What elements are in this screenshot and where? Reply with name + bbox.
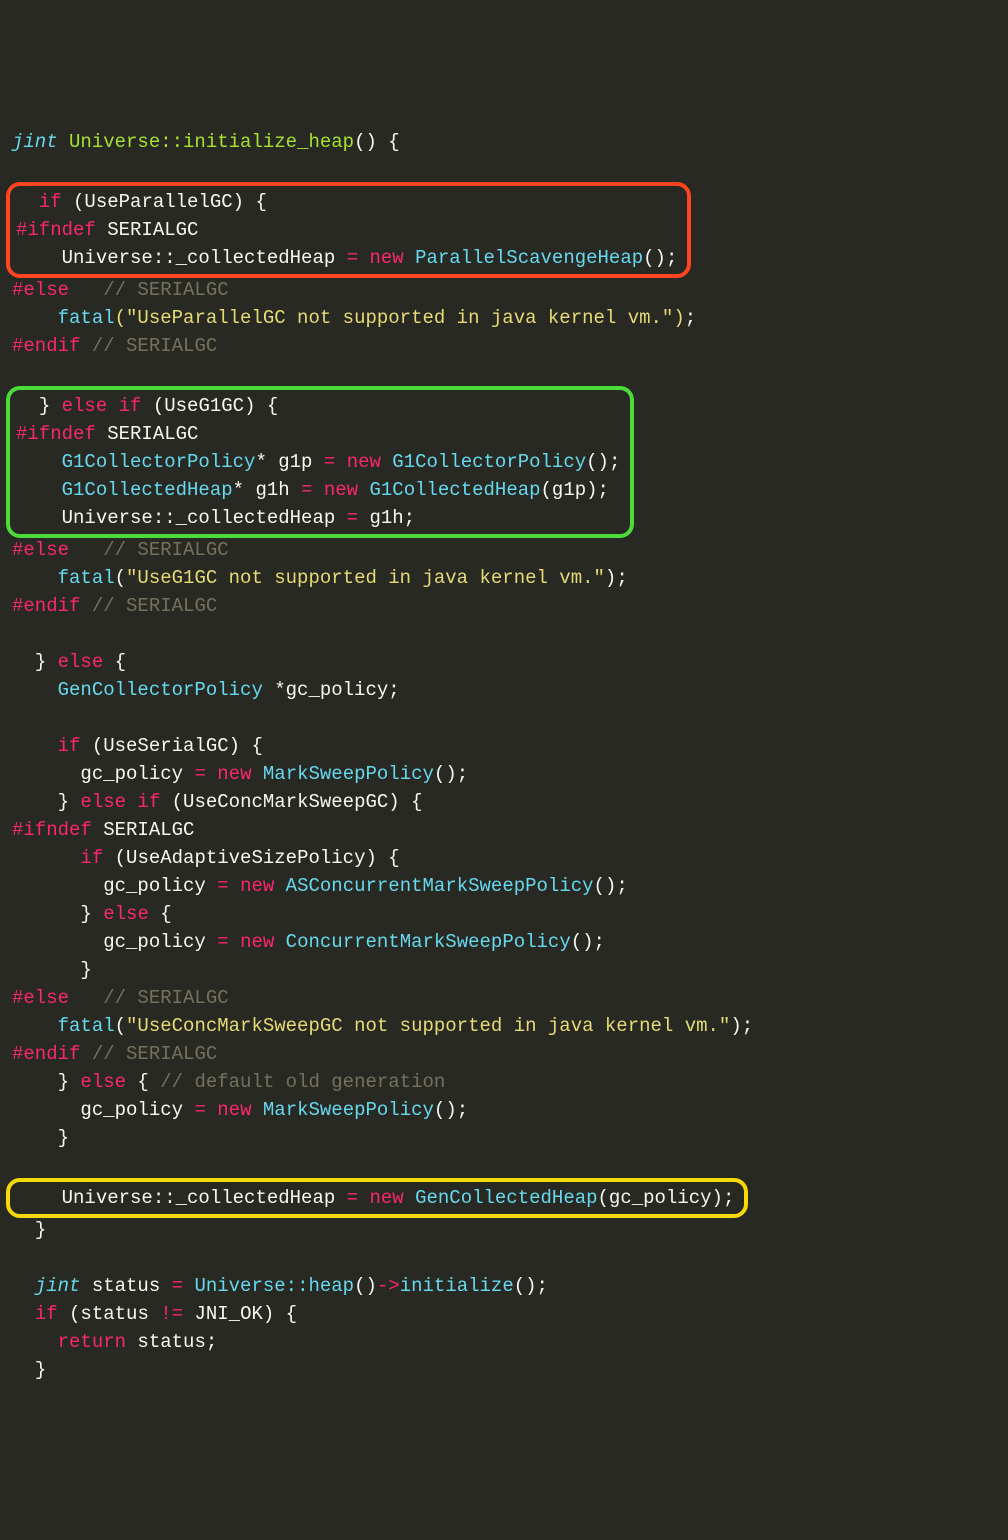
return-type: jint — [12, 131, 58, 153]
highlight-gen-heap: Universe::_collectedHeap = new GenCollec… — [6, 1178, 748, 1218]
function-name: Universe::initialize_heap — [69, 131, 354, 153]
fatal-parallel-msg: ("UseParallelGC not supported in java ke… — [115, 307, 685, 329]
highlight-g1-gc: } else if (UseG1GC) { #ifndef SERIALGC G… — [6, 386, 634, 538]
code-editor: jint Universe::initialize_heap() { if (U… — [12, 128, 996, 1384]
sig-tail: () { — [354, 131, 400, 153]
highlight-parallel-gc: if (UseParallelGC) { #ifndef SERIALGC Un… — [6, 182, 691, 278]
